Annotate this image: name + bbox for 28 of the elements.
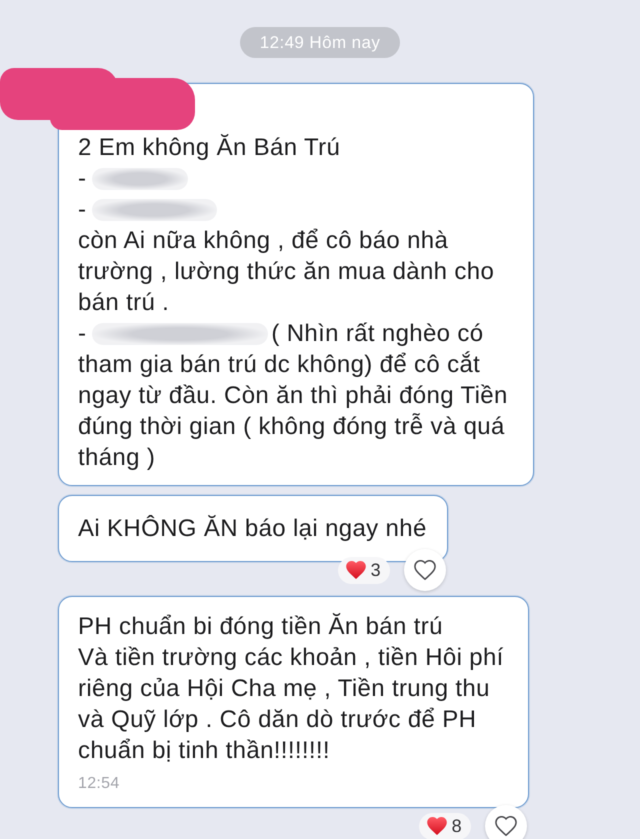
- message-text: 2 Em không Ăn Bán Trú: [78, 133, 340, 163]
- message-text: và Quỹ lớp . Cô dăn dò trước để PH: [78, 705, 476, 735]
- heart-outline-icon: [494, 816, 517, 836]
- message-text: PH chuẩn bi đóng tiền Ăn bán trú: [78, 612, 443, 642]
- message-text: Ai KHÔNG ĂN báo lại ngay nhé: [78, 514, 427, 544]
- message-text: đúng thời gian ( không đóng trễ và quá: [78, 412, 505, 442]
- message-text: ( Nhìn rất nghèo có: [271, 319, 484, 349]
- message-text: chuẩn bị tinh thần!!!!!!!!: [78, 736, 330, 766]
- reaction-button[interactable]: 8: [418, 812, 471, 839]
- message-text: -: [78, 319, 86, 349]
- message-text: tham gia bán trú dc không) để cô cắt: [78, 350, 480, 380]
- message-text: ngay từ đầu. Còn ăn thì phải đóng Tiền: [78, 381, 508, 411]
- message-text: tháng ): [78, 443, 156, 473]
- like-button[interactable]: [404, 549, 446, 591]
- message-time: 12:54: [78, 774, 120, 794]
- reaction-button[interactable]: 3: [338, 556, 390, 584]
- message-text: Và tiền trường các khoản , tiền Hôi phí: [78, 643, 504, 673]
- message-text: bán trú .: [78, 288, 170, 318]
- heart-outline-icon: [414, 560, 436, 580]
- message-text: trường , lường thức ăn mua dành cho: [78, 257, 494, 287]
- heart-icon: [426, 817, 447, 835]
- heart-icon: [346, 561, 366, 579]
- like-button[interactable]: [484, 805, 527, 839]
- message-text: còn Ai nữa không , để cô báo nhà: [78, 226, 448, 256]
- message-text: riêng của Hội Cha mẹ , Tiền trung thu: [78, 674, 490, 704]
- message-text: -: [78, 164, 86, 194]
- message-text: -: [78, 195, 86, 225]
- date-divider: 12:49 Hôm nay: [240, 27, 400, 58]
